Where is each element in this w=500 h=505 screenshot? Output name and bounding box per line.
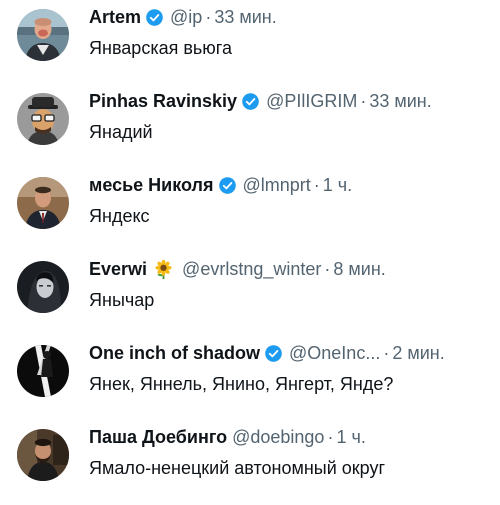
- reply-text: Январская вьюга: [89, 38, 232, 58]
- reply-text: Янек, Яннель, Янино, Янгерт, Янде?: [89, 374, 394, 394]
- timestamp[interactable]: 2 мин.: [392, 342, 444, 364]
- separator-dot: ·: [313, 175, 320, 195]
- man-suit-avatar[interactable]: [17, 177, 69, 229]
- verified-badge-icon: [218, 176, 237, 195]
- author-handle[interactable]: @PIlIGRIM: [266, 90, 357, 112]
- reply-text: Янычар: [89, 290, 155, 310]
- author-name[interactable]: Pinhas Ravinskiy: [89, 90, 237, 112]
- replies-feed: Artem @ip · 33 мин. Январская вьюга Pinh…: [0, 0, 500, 505]
- man-sitting-avatar[interactable]: [17, 429, 69, 481]
- reply-item[interactable]: Artem @ip · 33 мин. Январская вьюга: [0, 0, 500, 84]
- author-name[interactable]: Everwi: [89, 258, 147, 280]
- timestamp[interactable]: 33 мин.: [369, 90, 431, 112]
- separator-dot: ·: [360, 91, 367, 111]
- author-handle[interactable]: @doebingo: [232, 426, 324, 448]
- verified-badge-icon: [264, 344, 283, 363]
- separator-dot: ·: [327, 427, 334, 447]
- timestamp[interactable]: 8 мин.: [333, 258, 385, 280]
- sunflower-icon: [153, 259, 174, 280]
- timestamp[interactable]: 33 мин.: [214, 6, 276, 28]
- separator-dot: ·: [383, 343, 390, 363]
- timestamp[interactable]: 1 ч.: [323, 174, 352, 196]
- timestamp[interactable]: 1 ч.: [336, 426, 365, 448]
- shadow-figure-avatar[interactable]: [17, 345, 69, 397]
- author-handle[interactable]: @ip: [170, 6, 202, 28]
- dark-portrait-avatar[interactable]: [17, 261, 69, 313]
- author-name[interactable]: месье Николя: [89, 174, 214, 196]
- author-name[interactable]: One inch of shadow: [89, 342, 260, 364]
- author-name[interactable]: Паша Доебинго: [89, 426, 227, 448]
- person-photo-avatar[interactable]: [17, 9, 69, 61]
- separator-dot: ·: [205, 7, 212, 27]
- author-handle[interactable]: @OneInc...: [289, 342, 380, 364]
- verified-badge-icon: [241, 92, 260, 111]
- author-handle[interactable]: @evrlstng_winter: [182, 258, 321, 280]
- separator-dot: ·: [324, 259, 331, 279]
- reply-item[interactable]: месье Николя @lmnprt · 1 ч. Яндекс: [0, 168, 500, 252]
- reply-text: Яндекс: [89, 206, 150, 226]
- cartoon-man-hat-avatar[interactable]: [17, 93, 69, 145]
- reply-item[interactable]: Everwi @evrlstng_winter · 8 мин. Янычар: [0, 252, 500, 336]
- reply-text: Ямало-ненецкий автономный округ: [89, 458, 386, 478]
- reply-item[interactable]: Паша Доебинго @doebingo · 1 ч. Ямало-нен…: [0, 420, 500, 504]
- reply-item[interactable]: Pinhas Ravinskiy @PIlIGRIM · 33 мин. Яна…: [0, 84, 500, 168]
- author-name[interactable]: Artem: [89, 6, 141, 28]
- author-handle[interactable]: @lmnprt: [243, 174, 311, 196]
- reply-item[interactable]: One inch of shadow @OneInc... · 2 мин. Я…: [0, 336, 500, 420]
- verified-badge-icon: [145, 8, 164, 27]
- reply-text: Янадий: [89, 122, 153, 142]
